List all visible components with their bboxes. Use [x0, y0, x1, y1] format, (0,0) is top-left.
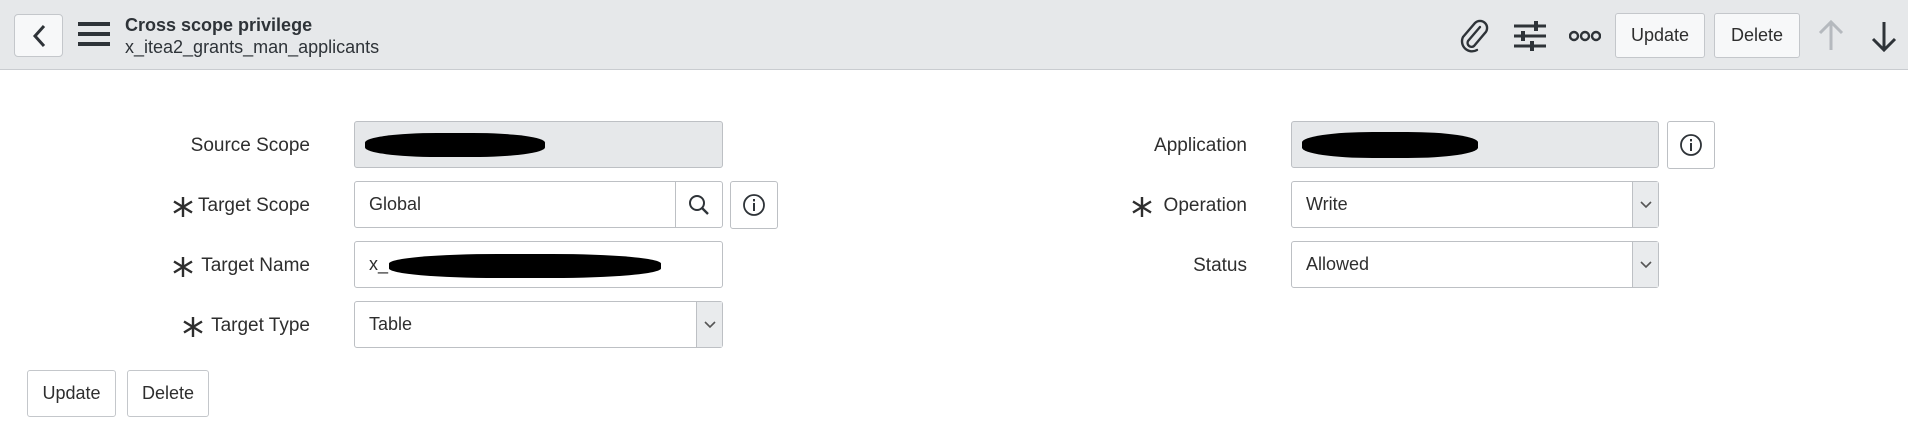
redaction-mark: [389, 254, 661, 278]
operation-value: Write: [1306, 194, 1348, 214]
target-scope-label: Target Scope: [198, 195, 310, 216]
chevron-down-icon: [1639, 260, 1652, 268]
target-name-value: x_: [369, 254, 389, 274]
personalize-button[interactable]: [1512, 18, 1548, 54]
target-scope-lookup-button[interactable]: [675, 182, 722, 227]
more-options-button[interactable]: [1567, 18, 1603, 54]
attachment-button[interactable]: [1456, 18, 1492, 54]
sliders-icon: [1514, 21, 1546, 51]
target-type-value: Table: [369, 314, 413, 334]
form-header: Cross scope privilege x_itea2_grants_man…: [0, 0, 1908, 70]
application-label: Application: [1154, 135, 1247, 156]
operation-label: Operation: [1163, 195, 1247, 216]
footer-update-button[interactable]: Update: [27, 370, 116, 417]
info-icon: [743, 194, 765, 216]
redaction-mark: [1302, 132, 1478, 158]
hamburger-icon: [78, 22, 110, 46]
more-icon: [1569, 30, 1601, 42]
header-delete-button[interactable]: Delete: [1714, 13, 1800, 58]
title-block: Cross scope privilege x_itea2_grants_man…: [125, 14, 379, 58]
operation-select[interactable]: Write: [1291, 181, 1659, 228]
menu-button[interactable]: [77, 19, 111, 49]
chevron-down-icon: [1639, 200, 1652, 208]
application-info-button[interactable]: [1667, 121, 1715, 169]
next-record-button[interactable]: [1866, 18, 1902, 54]
form-title: Cross scope privilege: [125, 15, 313, 35]
target-scope-field[interactable]: Global: [354, 181, 723, 228]
source-scope-field: [354, 121, 723, 168]
status-select[interactable]: Allowed: [1291, 241, 1659, 288]
header-update-button[interactable]: Update: [1615, 13, 1705, 58]
redaction-mark: [365, 133, 545, 157]
application-field: [1291, 121, 1659, 168]
source-scope-label: Source Scope: [190, 135, 310, 156]
target-type-select[interactable]: Table: [354, 301, 723, 348]
arrow-up-icon: [1818, 20, 1844, 50]
status-dropdown-toggle[interactable]: [1632, 242, 1658, 287]
form-subtitle: x_itea2_grants_man_applicants: [125, 37, 380, 57]
target-type-label: Target Type: [211, 315, 310, 336]
status-label: Status: [1193, 255, 1247, 276]
search-icon: [689, 194, 709, 215]
target-scope-info-button[interactable]: [730, 181, 778, 229]
target-name-field[interactable]: x_: [354, 241, 723, 288]
paperclip-icon: [1460, 19, 1489, 53]
footer-delete-button[interactable]: Delete: [127, 370, 209, 417]
operation-dropdown-toggle[interactable]: [1632, 182, 1658, 227]
arrow-down-icon: [1871, 22, 1897, 52]
previous-record-button[interactable]: [1813, 18, 1849, 54]
target-scope-value: Global: [369, 194, 422, 214]
info-icon: [1680, 134, 1702, 156]
status-value: Allowed: [1306, 254, 1370, 274]
back-button[interactable]: [14, 14, 63, 57]
chevron-left-icon: [32, 24, 45, 47]
target-name-label: Target Name: [201, 255, 310, 276]
target-type-dropdown-toggle[interactable]: [696, 302, 722, 347]
chevron-down-icon: [703, 320, 716, 328]
